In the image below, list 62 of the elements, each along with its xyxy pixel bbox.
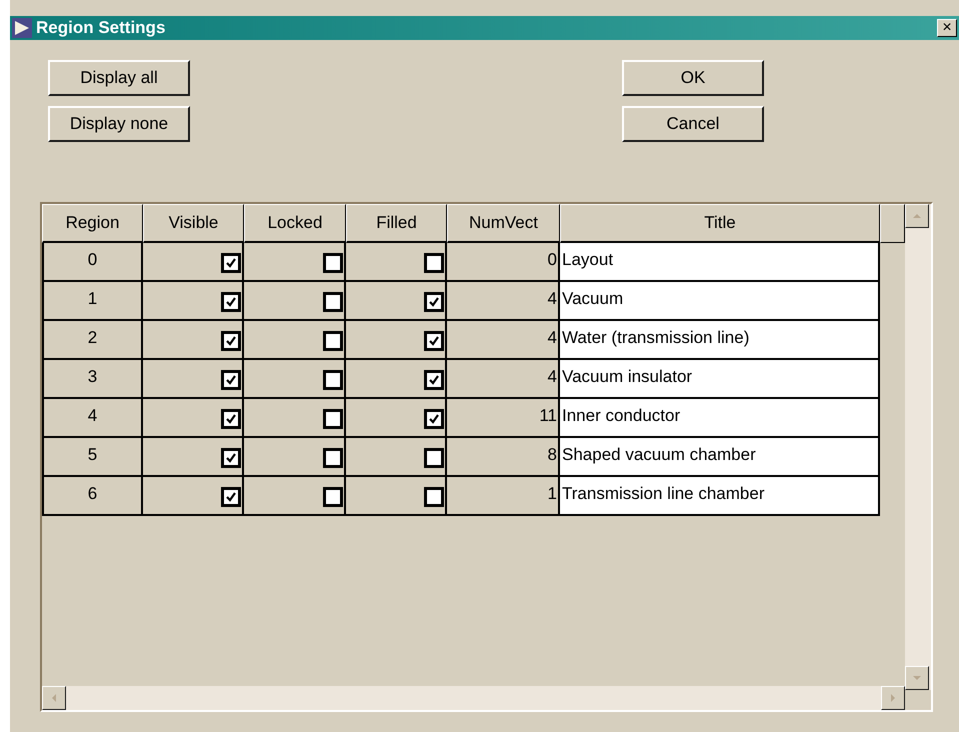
- scroll-up-icon[interactable]: [905, 204, 929, 228]
- check-icon: [225, 490, 237, 502]
- dialog-button[interactable]: Cancel: [622, 106, 764, 142]
- checkbox[interactable]: [323, 486, 343, 506]
- checkbox[interactable]: [424, 448, 444, 468]
- checkbox[interactable]: [221, 330, 241, 350]
- checkbox[interactable]: [221, 486, 241, 506]
- check-icon: [225, 334, 237, 346]
- table-cell: Layout: [560, 243, 880, 282]
- check-icon: [225, 374, 237, 386]
- play-triangle-icon: [12, 18, 32, 38]
- checkbox[interactable]: [424, 408, 444, 428]
- check-icon: [225, 296, 237, 308]
- table-cell: 5: [42, 438, 143, 477]
- checkbox[interactable]: [221, 292, 241, 312]
- dialog-button[interactable]: OK: [622, 60, 764, 96]
- checkbox[interactable]: [424, 486, 444, 506]
- scroll-down-icon[interactable]: [905, 666, 929, 690]
- column-header[interactable]: Visible: [143, 204, 244, 243]
- table-cell: Vacuum insulator: [560, 360, 880, 399]
- table-cell: 6: [42, 477, 143, 516]
- check-icon: [225, 256, 237, 268]
- checkbox[interactable]: [323, 370, 343, 390]
- checkbox[interactable]: [323, 252, 343, 272]
- checkbox[interactable]: [221, 252, 241, 272]
- checkbox[interactable]: [323, 330, 343, 350]
- dialog-button[interactable]: Display none: [48, 106, 190, 142]
- table-cell: Water (transmission line): [560, 321, 880, 360]
- checkbox[interactable]: [323, 448, 343, 468]
- check-icon: [225, 412, 237, 424]
- table-cell: 0: [42, 243, 143, 282]
- column-header[interactable]: Region: [42, 204, 143, 243]
- column-header[interactable]: NumVect: [447, 204, 560, 243]
- table-cell: 2: [42, 321, 143, 360]
- table-cell: Shaped vacuum chamber: [560, 438, 880, 477]
- check-icon: [428, 334, 440, 346]
- checkbox[interactable]: [424, 292, 444, 312]
- checkbox[interactable]: [221, 408, 241, 428]
- table-cell: Inner conductor: [560, 399, 880, 438]
- column-header[interactable]: Locked: [244, 204, 346, 243]
- checkbox[interactable]: [424, 370, 444, 390]
- column-header[interactable]: Filled: [346, 204, 447, 243]
- scroll-right-icon[interactable]: [881, 686, 905, 710]
- checkbox[interactable]: [221, 448, 241, 468]
- dialog-button[interactable]: Display all: [48, 60, 190, 96]
- table-cell: Transmission line chamber: [560, 477, 880, 516]
- check-icon: [428, 296, 440, 308]
- check-icon: [428, 412, 440, 424]
- checkbox[interactable]: [323, 408, 343, 428]
- checkbox[interactable]: [323, 292, 343, 312]
- table-cell: 4: [42, 399, 143, 438]
- scroll-left-icon[interactable]: [42, 686, 66, 710]
- check-icon: [428, 374, 440, 386]
- table-cell: 1: [42, 282, 143, 321]
- checkbox[interactable]: [221, 370, 241, 390]
- check-icon: [225, 452, 237, 464]
- window-title: Region Settings: [36, 18, 166, 38]
- checkbox[interactable]: [424, 252, 444, 272]
- checkbox[interactable]: [424, 330, 444, 350]
- table-cell: 3: [42, 360, 143, 399]
- table-cell: Vacuum: [560, 282, 880, 321]
- close-button[interactable]: ×: [937, 19, 957, 37]
